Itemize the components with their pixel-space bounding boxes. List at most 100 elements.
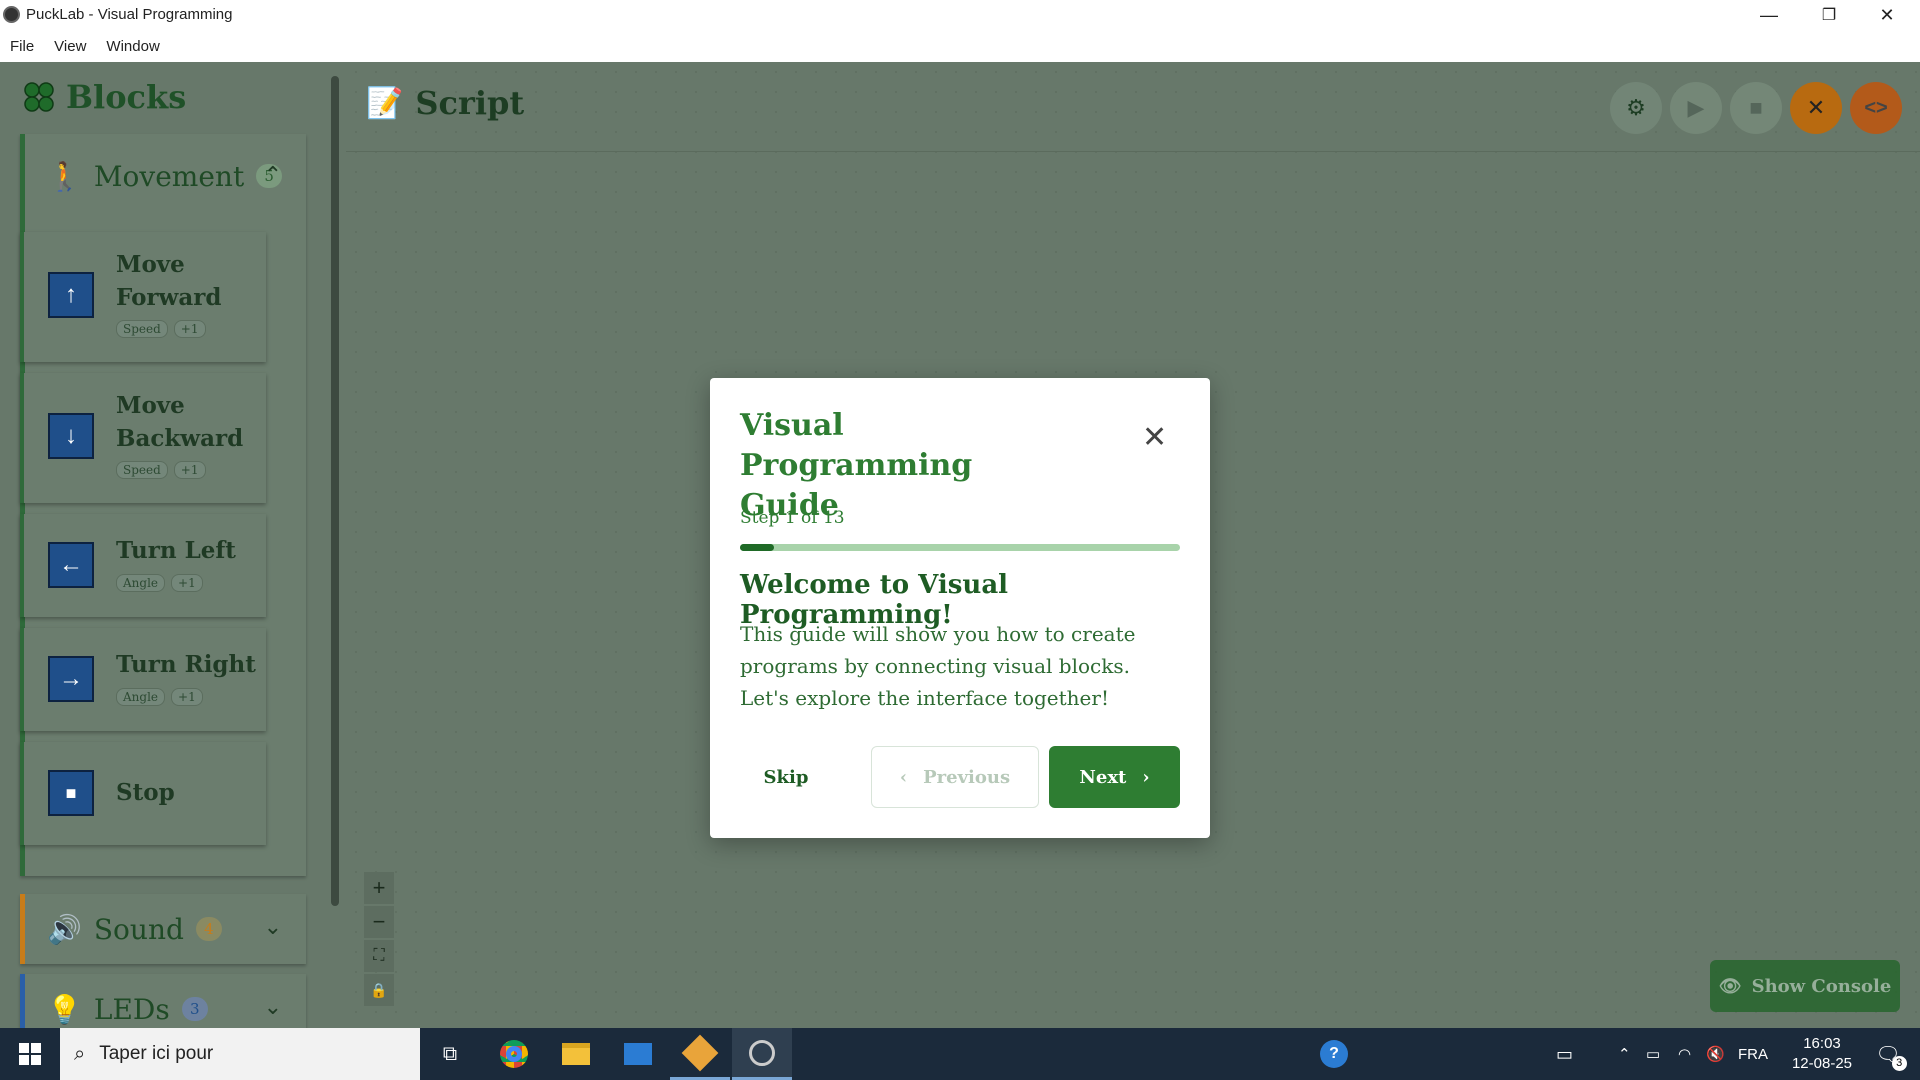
menu-bar: File View Window — [0, 30, 1920, 62]
title-bar: PuckLab - Visual Programming — ❐ ✕ — [0, 0, 1920, 30]
zoom-in-button[interactable]: + — [364, 872, 394, 904]
step-indicator: Step 1 of 13 — [740, 508, 845, 528]
guide-body: This guide will show you how to create p… — [740, 622, 1136, 710]
pucklab-app-icon[interactable] — [732, 1028, 792, 1080]
guide-dialog: Visual Programming Guide ✕ Step 1 of 13 … — [710, 378, 1210, 838]
help-icon[interactable]: ? — [1304, 1028, 1364, 1080]
sidebar-scrollbar-thumb[interactable] — [331, 76, 339, 906]
block-label: Move Backward — [116, 392, 244, 452]
show-console-button[interactable]: 👁 Show Console — [1710, 960, 1900, 1012]
category-sound[interactable]: 🔊 Sound 4 ⌄ — [20, 894, 306, 964]
speaker-icon: 🔊 — [47, 913, 82, 945]
mail-icon[interactable] — [608, 1028, 668, 1080]
block-label: Turn Right — [116, 651, 256, 678]
blocks-title: Blocks — [66, 78, 187, 116]
param-more-chip: +1 — [173, 320, 206, 338]
arrow-right-icon: → — [48, 656, 94, 702]
previous-button[interactable]: ‹ Previous — [871, 746, 1039, 808]
next-label: Next — [1079, 766, 1127, 788]
guide-progress-bar — [740, 544, 1180, 551]
script-header: 📝 Script ⚙ ▶ ■ ✕ <> — [346, 62, 1920, 152]
battery-icon[interactable]: ▭ — [1646, 1028, 1660, 1080]
script-edit-icon: 📝 — [366, 85, 404, 121]
windows-start-icon[interactable] — [0, 1028, 60, 1080]
arrow-down-icon: ↓ — [48, 413, 94, 459]
category-name: LEDs — [93, 992, 170, 1026]
skip-button[interactable]: Skip — [736, 746, 836, 808]
taskbar: ⌕ Taper ici pour ⧉ ? ▭ ⌃ ▭ ◠ 🔇 FRA 16:03… — [0, 1028, 1920, 1080]
block-count-badge: 4 — [195, 917, 222, 941]
arrow-up-icon: ↑ — [48, 272, 94, 318]
stop-square-icon: ■ — [48, 770, 94, 816]
maximize-button[interactable]: ❐ — [1800, 0, 1858, 30]
tray-chevron-icon[interactable]: ⌃ — [1618, 1028, 1631, 1080]
guide-progress-fill — [740, 544, 774, 551]
chevron-left-icon: ‹ — [899, 766, 908, 788]
script-title-group: 📝 Script — [366, 84, 524, 122]
blocks-sidebar: Blocks 🚶 Movement 5 ⌃ ↑ Move Forward Spee… — [0, 62, 332, 1028]
category-movement-header[interactable]: 🚶 Movement 5 ⌃ — [25, 134, 306, 218]
close-window-button[interactable]: ✕ — [1858, 0, 1916, 30]
lightbulb-icon: 💡 — [47, 993, 82, 1025]
block-move-forward[interactable]: ↑ Move Forward Speed +1 — [20, 232, 266, 362]
lock-icon[interactable]: 🔒 — [364, 974, 394, 1006]
category-sound-header[interactable]: 🔊 Sound 4 ⌄ — [25, 894, 306, 964]
chevron-down-icon[interactable]: ⌄ — [264, 914, 282, 940]
minimize-button[interactable]: — — [1740, 0, 1798, 30]
previous-label: Previous — [923, 766, 1011, 788]
taskbar-search[interactable]: ⌕ Taper ici pour — [60, 1028, 420, 1080]
arrow-left-icon: ← — [48, 542, 94, 588]
file-explorer-icon[interactable] — [546, 1028, 606, 1080]
code-view-icon[interactable]: <> — [1850, 82, 1902, 134]
show-console-label: Show Console — [1751, 975, 1892, 997]
wifi-icon[interactable]: ◠ — [1678, 1028, 1691, 1080]
menu-file[interactable]: File — [4, 38, 40, 55]
play-icon[interactable]: ▶ — [1670, 82, 1722, 134]
eye-icon: 👁 — [1718, 975, 1742, 997]
window-title: PuckLab - Visual Programming — [26, 6, 233, 23]
category-name: Movement — [93, 159, 245, 193]
script-title: Script — [415, 84, 525, 122]
chevron-down-icon[interactable]: ⌄ — [264, 994, 282, 1020]
fit-view-icon[interactable]: ⛶ — [364, 940, 394, 972]
next-button[interactable]: Next › — [1049, 746, 1180, 808]
clear-close-icon[interactable]: ✕ — [1790, 82, 1842, 134]
chevron-right-icon: › — [1142, 766, 1150, 788]
block-turn-left[interactable]: ← Turn Left Angle +1 — [20, 514, 266, 617]
param-chip: Angle — [116, 574, 166, 592]
clock[interactable]: 16:03 12-08-25 — [1782, 1028, 1862, 1080]
menu-window[interactable]: Window — [100, 38, 165, 55]
chevron-up-icon[interactable]: ⌃ — [264, 162, 282, 188]
block-label: Turn Left — [116, 537, 236, 564]
news-widget-icon[interactable]: ▭ — [1556, 1028, 1573, 1080]
param-more-chip: +1 — [171, 688, 203, 706]
param-chip: Speed — [116, 461, 168, 479]
stop-icon[interactable]: ■ — [1730, 82, 1782, 134]
search-icon: ⌕ — [74, 1042, 86, 1065]
notification-center-icon[interactable]: 🗨 3 — [1868, 1028, 1908, 1080]
block-move-backward[interactable]: ↓ Move Backward Speed +1 — [20, 373, 266, 503]
menu-view[interactable]: View — [48, 38, 92, 55]
category-leds[interactable]: 💡 LEDs 3 ⌄ — [20, 974, 306, 1028]
chrome-icon[interactable] — [484, 1028, 544, 1080]
notification-count: 3 — [1891, 1055, 1907, 1071]
puzzle-icon — [24, 82, 54, 112]
volume-muted-icon[interactable]: 🔇 — [1706, 1028, 1725, 1080]
task-view-icon[interactable]: ⧉ — [420, 1028, 480, 1080]
param-chip: Angle — [116, 688, 166, 706]
language-indicator[interactable]: FRA — [1738, 1028, 1768, 1080]
param-more-chip: +1 — [173, 461, 206, 479]
param-more-chip: +1 — [171, 574, 203, 592]
block-turn-right[interactable]: → Turn Right Angle +1 — [20, 628, 266, 731]
app-icon — [3, 6, 20, 23]
zoom-out-button[interactable]: − — [364, 906, 394, 938]
block-stop[interactable]: ■ Stop — [20, 742, 266, 845]
search-placeholder: Taper ici pour — [99, 1043, 214, 1064]
param-chip: Speed — [116, 320, 168, 338]
close-icon[interactable]: ✕ — [1142, 420, 1167, 455]
block-label: Move Forward — [116, 251, 222, 311]
walking-person-icon: 🚶 — [47, 160, 82, 192]
pinned-app-icon[interactable] — [670, 1028, 730, 1080]
settings-gear-icon[interactable]: ⚙ — [1610, 82, 1662, 134]
category-name: Sound — [93, 912, 184, 946]
